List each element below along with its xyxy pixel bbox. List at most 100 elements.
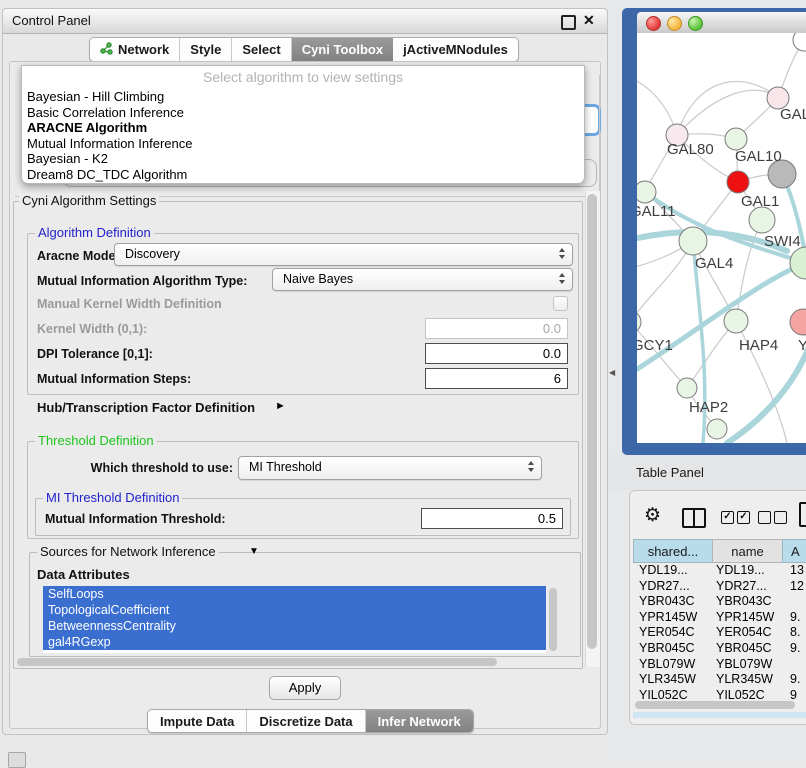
node-green[interactable] [725,128,747,150]
cell[interactable]: 9. [790,610,800,626]
cell[interactable]: YDL19... [639,563,688,579]
cell[interactable]: 9. [790,641,800,657]
node-gcy1[interactable] [637,311,641,333]
collapsed-panel-icon[interactable] [8,752,26,768]
algorithm-option[interactable]: Basic Correlation Inference [24,105,583,121]
control-panel-title: Control Panel [12,13,91,28]
select-all-check-icon[interactable]: ✓ [721,511,734,524]
column-header-name[interactable]: name [712,539,783,563]
which-threshold-combobox[interactable]: MI Threshold [238,456,542,480]
network-window-titlebar[interactable] [637,12,806,34]
cell[interactable]: 12 [790,579,804,595]
control-panel-titlebar[interactable]: Control Panel ✕ [3,9,607,34]
node-partial-bottom[interactable] [707,419,727,439]
cell[interactable]: YLR345W [716,672,773,688]
node-hap4[interactable] [724,309,748,333]
tab-cyni-toolbox[interactable]: Cyni Toolbox [292,38,393,61]
settings-vscrollbar-thumb[interactable] [587,194,597,649]
network-canvas[interactable]: GAL GAL80 GAL10 GAL1 GAL11 SWI4 GAL4 GCY… [637,33,806,443]
tab-discretize-data[interactable]: Discretize Data [247,710,365,732]
cell[interactable]: 8. [790,625,800,641]
select-all-check-icon[interactable]: ✓ [737,511,750,524]
dpi-tolerance-field[interactable] [425,343,568,364]
node-gal1[interactable] [749,207,775,233]
tab-select[interactable]: Select [232,38,291,61]
manual-kernel-checkbox[interactable] [553,296,568,311]
table-footer-strip [633,712,806,718]
cell[interactable]: YDR27... [639,579,690,595]
cell[interactable]: YBR045C [639,641,695,657]
algorithm-option[interactable]: Bayesian - K2 [24,151,583,167]
float-window-icon[interactable] [561,15,576,30]
column-header-shared-name[interactable]: shared... [633,539,713,563]
minimize-traffic-light-icon[interactable] [667,16,682,31]
cell[interactable]: 13 [790,563,804,579]
node-gal11[interactable] [637,181,656,203]
cell[interactable]: 9. [790,672,800,688]
cell[interactable]: YDR27... [716,579,767,595]
attribute-item-selected[interactable]: TopologicalCoefficient [43,602,546,618]
cell[interactable]: YER054C [716,625,772,641]
node-swi4[interactable] [790,247,806,279]
algorithm-option[interactable]: Mutual Information Inference [24,136,583,152]
deselect-all-box-icon[interactable] [774,511,787,524]
algorithm-option-selected[interactable]: ARACNE Algorithm [24,120,583,136]
node-label: SWI4 [764,233,801,250]
node-gal10-red[interactable] [727,171,749,193]
tab-jactivemnodules[interactable]: jActiveMNodules [393,38,518,61]
expanded-arrow-icon[interactable]: ▼ [249,546,259,557]
algorithm-combo-placeholder[interactable]: Select algorithm to view settings [22,69,584,85]
node-gal4[interactable] [679,227,707,255]
cell[interactable]: YBR045C [716,641,772,657]
mi-steps-field[interactable] [425,368,568,389]
cell[interactable]: YPR145W [639,610,697,626]
mi-threshold-label: Mutual Information Threshold: [45,512,226,526]
aracne-mode-combobox[interactable]: Discovery [114,243,573,266]
settings-hscrollbar-thumb[interactable] [17,658,497,666]
kernel-width-field[interactable] [425,318,568,339]
cell[interactable]: YBL079W [639,657,695,673]
cell[interactable]: YDL19... [716,563,765,579]
tab-impute-data[interactable]: Impute Data [148,710,247,732]
table-document-icon[interactable] [799,502,806,527]
close-icon[interactable]: ✕ [583,12,595,29]
cell[interactable]: YBL079W [716,657,772,673]
data-attributes-list: SelfLoops TopologicalCoefficient Between… [43,586,546,653]
list-scrollbar-thumb[interactable] [549,588,557,651]
cell[interactable]: YBR043C [639,594,695,610]
node-label: GAL80 [667,141,714,158]
zoom-traffic-light-icon[interactable] [688,16,703,31]
hub-section-label[interactable]: Hub/Transcription Factor Definition [37,400,255,415]
control-panel-tabbar: Network Style Select Cyni Toolbox jActiv… [89,37,519,62]
node-partial[interactable] [793,33,806,51]
spinner-arrows-icon [528,461,534,472]
settings-gear-icon[interactable]: ⚙ [644,504,661,527]
table-hscrollbar-thumb[interactable] [635,701,795,709]
close-traffic-light-icon[interactable] [646,16,661,31]
tab-style[interactable]: Style [180,38,232,61]
node-hap2[interactable] [677,378,697,398]
node-salmon[interactable] [790,309,806,335]
cell[interactable]: YPR145W [716,610,774,626]
column-header-partial[interactable]: A [782,539,806,563]
mi-type-combobox[interactable]: Naive Bayes [272,268,573,291]
apply-button[interactable]: Apply [269,676,341,700]
cell[interactable]: YER054C [639,625,695,641]
splitpane-collapse-icon[interactable]: ◀ [609,368,615,377]
attribute-item-selected[interactable]: SelfLoops [43,586,546,602]
collapsed-arrow-icon[interactable]: ► [275,400,286,412]
cell[interactable]: YLR345W [639,672,696,688]
split-columns-icon[interactable] [682,508,706,528]
mi-threshold-field[interactable] [421,508,563,529]
algorithm-option[interactable]: Dream8 DC_TDC Algorithm [24,167,583,183]
deselect-all-box-icon[interactable] [758,511,771,524]
table-panel-bar: Table Panel [608,455,806,490]
attribute-item-selected[interactable]: BetweennessCentrality [43,618,546,634]
tab-network[interactable]: Network [90,38,180,61]
tab-infer-network[interactable]: Infer Network [366,710,473,732]
network-view-window[interactable]: GAL GAL80 GAL10 GAL1 GAL11 SWI4 GAL4 GCY… [622,8,806,455]
attribute-item-selected[interactable]: gal4RGexp [43,634,546,650]
network-graph[interactable]: GAL GAL80 GAL10 GAL1 GAL11 SWI4 GAL4 GCY… [637,33,806,443]
cell[interactable]: YBR043C [716,594,772,610]
algorithm-option[interactable]: Bayesian - Hill Climbing [24,89,583,105]
